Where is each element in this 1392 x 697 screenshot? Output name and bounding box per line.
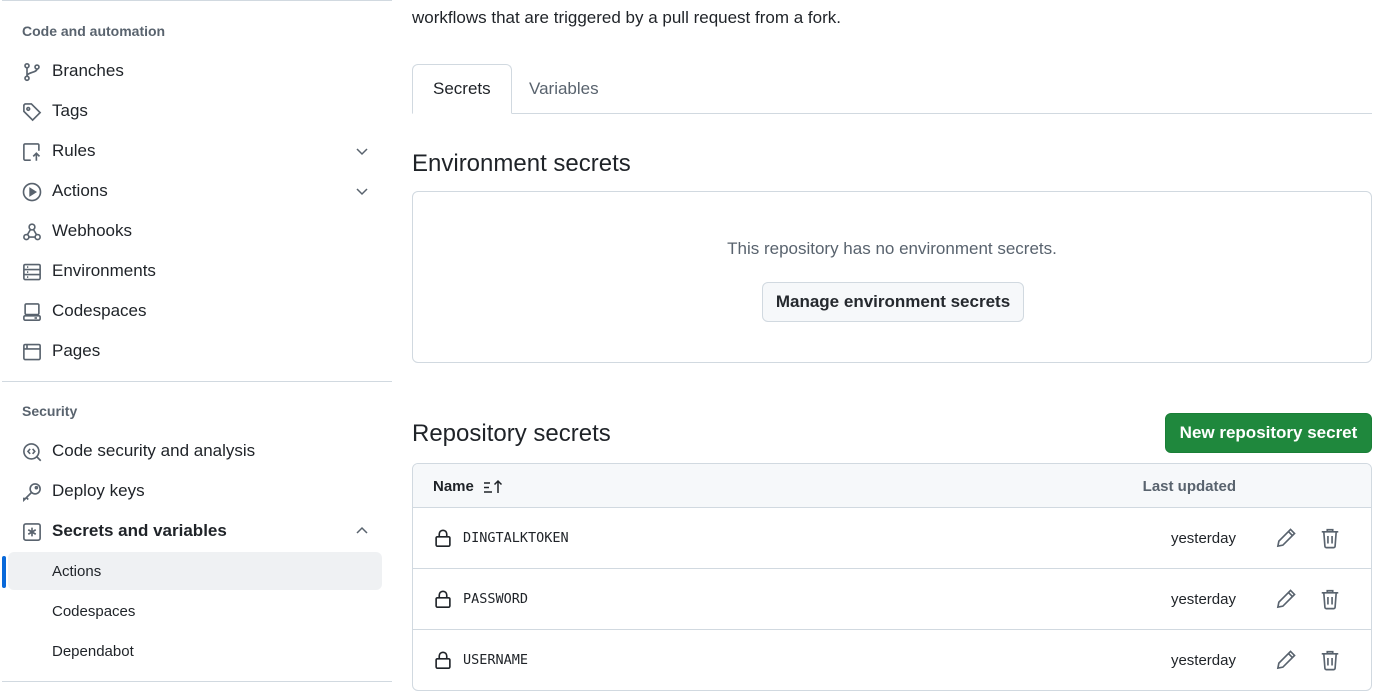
pencil-icon[interactable] bbox=[1275, 649, 1297, 671]
secret-name: USERNAME bbox=[463, 652, 529, 668]
active-indicator bbox=[2, 556, 6, 588]
sidebar-item-deploy-keys[interactable]: Deploy keys bbox=[8, 472, 382, 510]
sidebar-item-webhooks[interactable]: Webhooks bbox=[8, 212, 382, 250]
sidebar-item-pages[interactable]: Pages bbox=[8, 332, 382, 370]
pencil-icon[interactable] bbox=[1275, 588, 1297, 610]
sidebar-item-label: Tags bbox=[52, 101, 88, 120]
section-heading-code-automation: Code and automation bbox=[22, 23, 166, 39]
asterisk-icon bbox=[22, 522, 42, 542]
secret-name: DINGTALKTOKEN bbox=[463, 530, 569, 546]
trash-icon[interactable] bbox=[1319, 527, 1341, 549]
column-header-last-updated: Last updated bbox=[1142, 478, 1236, 495]
tab-variables[interactable]: Variables bbox=[509, 64, 619, 114]
rules-icon bbox=[22, 142, 42, 162]
last-updated: yesterday bbox=[1170, 652, 1236, 669]
tag-icon bbox=[22, 102, 42, 122]
table-row: USERNAME yesterday bbox=[413, 630, 1371, 690]
secret-name: PASSWORD bbox=[463, 591, 529, 607]
sidebar-item-label: Actions bbox=[52, 181, 108, 200]
environment-secrets-box: This repository has no environment secre… bbox=[412, 191, 1372, 363]
sidebar-item-label: Secrets and variables bbox=[52, 521, 227, 540]
last-updated: yesterday bbox=[1170, 530, 1236, 547]
sidebar-subitem-label: Actions bbox=[52, 563, 102, 580]
sidebar-item-rules[interactable]: Rules bbox=[8, 132, 382, 170]
sidebar-subitem-codespaces[interactable]: Codespaces bbox=[8, 592, 382, 630]
sort-ascending-icon[interactable] bbox=[483, 478, 505, 496]
sidebar-item-label: Branches bbox=[52, 61, 124, 80]
sidebar-item-label: Pages bbox=[52, 341, 101, 360]
sidebar-item-code-security[interactable]: Code security and analysis bbox=[8, 432, 382, 470]
tab-secrets[interactable]: Secrets bbox=[412, 64, 512, 114]
environment-secrets-title: Environment secrets bbox=[412, 150, 631, 177]
sidebar-item-actions[interactable]: Actions bbox=[8, 172, 382, 210]
sidebar-item-label: Webhooks bbox=[52, 221, 133, 240]
sidebar-item-label: Deploy keys bbox=[52, 481, 145, 500]
table-row: PASSWORD yesterday bbox=[413, 569, 1371, 630]
sidebar-item-secrets-variables[interactable]: Secrets and variables bbox=[8, 512, 382, 550]
sidebar-item-environments[interactable]: Environments bbox=[8, 252, 382, 290]
column-header-name: Name bbox=[433, 478, 474, 495]
empty-state-message: This repository has no environment secre… bbox=[727, 239, 1057, 258]
codescan-icon bbox=[22, 442, 42, 462]
settings-sidebar: Code and automation Branches Tags Rules … bbox=[0, 0, 392, 697]
lock-icon bbox=[433, 650, 453, 670]
play-icon bbox=[22, 182, 42, 202]
last-updated: yesterday bbox=[1170, 591, 1236, 608]
repository-secrets-title: Repository secrets bbox=[412, 420, 611, 447]
sidebar-subitem-actions[interactable]: Actions bbox=[8, 552, 382, 590]
pencil-icon[interactable] bbox=[1275, 527, 1297, 549]
sidebar-item-label: Environments bbox=[52, 261, 156, 280]
server-icon bbox=[22, 262, 42, 282]
sidebar-subitem-label: Codespaces bbox=[52, 603, 136, 620]
browser-icon bbox=[22, 342, 42, 362]
sidebar-item-branches[interactable]: Branches bbox=[8, 52, 382, 90]
lock-icon bbox=[433, 589, 453, 609]
sidebar-subitem-dependabot[interactable]: Dependabot bbox=[8, 632, 382, 670]
chevron-down-icon[interactable] bbox=[354, 143, 370, 159]
tab-nav: Secrets Variables bbox=[412, 64, 1372, 114]
section-heading-security: Security bbox=[22, 403, 78, 419]
chevron-up-icon[interactable] bbox=[354, 523, 370, 539]
repository-secrets-table: Name Last updated DINGTALKTOKEN yesterda… bbox=[412, 463, 1372, 691]
sidebar-divider bbox=[2, 681, 392, 682]
sidebar-item-label: Code security and analysis bbox=[52, 441, 256, 460]
sidebar-item-tags[interactable]: Tags bbox=[8, 92, 382, 130]
table-row: DINGTALKTOKEN yesterday bbox=[413, 508, 1371, 569]
sidebar-divider-top bbox=[2, 0, 392, 1]
lock-icon bbox=[433, 528, 453, 548]
key-icon bbox=[22, 482, 42, 502]
new-repository-secret-button[interactable]: New repository secret bbox=[1165, 413, 1372, 453]
codespaces-icon bbox=[22, 302, 42, 322]
intro-text: workflows that are triggered by a pull r… bbox=[412, 8, 841, 27]
manage-environment-secrets-button[interactable]: Manage environment secrets bbox=[762, 282, 1024, 322]
webhook-icon bbox=[22, 222, 42, 242]
trash-icon[interactable] bbox=[1319, 649, 1341, 671]
sidebar-item-label: Codespaces bbox=[52, 301, 147, 320]
tab-underline bbox=[412, 113, 1372, 114]
sidebar-subitem-label: Dependabot bbox=[52, 643, 134, 660]
table-header: Name Last updated bbox=[413, 464, 1371, 508]
trash-icon[interactable] bbox=[1319, 588, 1341, 610]
branch-icon bbox=[22, 62, 42, 82]
sidebar-item-label: Rules bbox=[52, 141, 96, 160]
chevron-down-icon[interactable] bbox=[354, 183, 370, 199]
main-content: workflows that are triggered by a pull r… bbox=[412, 0, 1372, 697]
sidebar-item-codespaces[interactable]: Codespaces bbox=[8, 292, 382, 330]
sidebar-divider bbox=[2, 381, 392, 382]
